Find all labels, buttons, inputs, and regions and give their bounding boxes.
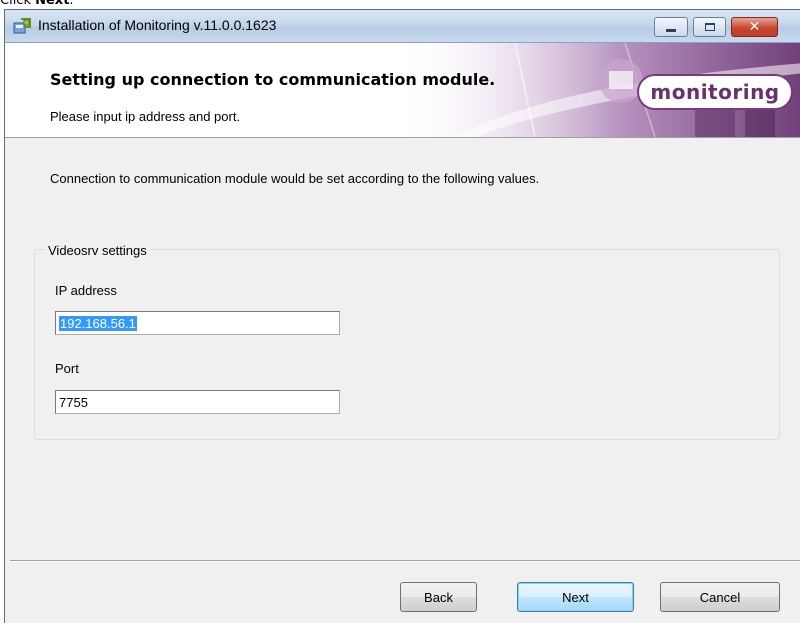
back-button-label: Back [424,589,453,605]
ip-address-value: 192.168.56.1 [59,316,137,331]
window-title: Installation of Monitoring v.11.0.0.1623 [38,17,277,33]
next-button-label: Next [562,589,589,605]
title-bar[interactable]: Installation of Monitoring v.11.0.0.1623… [5,10,800,43]
installer-window: Installation of Monitoring v.11.0.0.1623… [4,9,800,623]
cancel-button[interactable]: Cancel [660,582,780,612]
next-button[interactable]: Next [517,582,634,612]
group-legend: Videosrv settings [45,243,150,258]
installer-package-icon [13,18,31,34]
caption-suffix: . [69,0,74,8]
logo-text: monitoring [650,80,780,104]
minimize-icon [666,28,676,32]
back-button[interactable]: Back [400,582,477,612]
minimize-button[interactable] [654,17,688,37]
banner-subtitle: Please input ip address and port. [50,109,241,124]
ip-address-label: IP address [55,283,117,298]
close-icon: ✕ [748,19,761,35]
banner-title: Setting up connection to communication m… [50,70,496,89]
maximize-icon [704,23,715,31]
port-label: Port [55,361,79,376]
cancel-button-label: Cancel [699,589,741,605]
close-button[interactable]: ✕ [731,17,778,37]
caption-bold: Next [35,0,70,8]
port-value: 7755 [59,395,88,410]
ip-address-selection: 192.168.56.1 [59,316,137,331]
instruction-caption: Click Next. [0,0,74,8]
footer-separator [10,560,800,562]
ip-address-input[interactable]: 192.168.56.1 [55,311,340,335]
maximize-button[interactable] [693,17,726,37]
header-banner: Setting up connection to communication m… [5,43,800,138]
monitoring-logo: monitoring [637,74,793,110]
caption-prefix: Click [0,0,36,8]
port-input[interactable]: 7755 [55,390,340,414]
description-text: Connection to communication module would… [50,171,540,186]
